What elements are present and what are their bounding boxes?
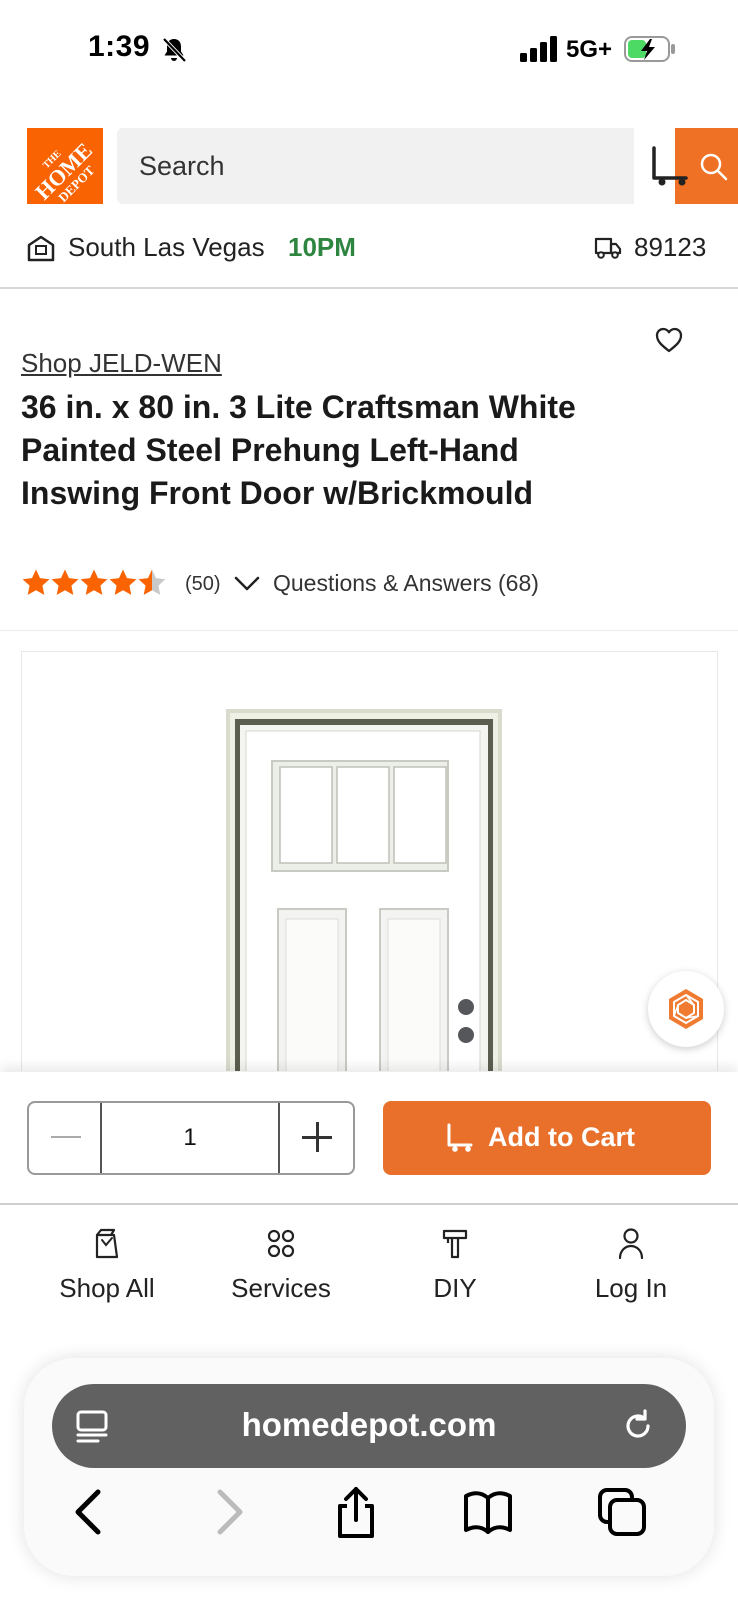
browser-toolbar: homedepot.com	[24, 1358, 714, 1576]
nav-label: Log In	[594, 1273, 668, 1303]
minus-icon	[51, 1136, 81, 1138]
home-depot-logo[interactable]: THE HOME DEPOT	[27, 128, 103, 204]
bottom-navigation: Shop All Services DIY Log In	[0, 1205, 738, 1325]
hammer-icon	[442, 1229, 468, 1259]
nav-label: Shop All	[59, 1273, 155, 1303]
add-to-cart-button[interactable]: Add to Cart	[383, 1101, 711, 1175]
assistant-hexagon-icon	[669, 989, 703, 1029]
shop-brand-link[interactable]: Shop JELD-WEN	[21, 348, 222, 379]
forward-icon[interactable]	[202, 1486, 254, 1538]
nav-label: Services	[231, 1273, 331, 1303]
site-header: THE HOME DEPOT Search	[0, 128, 738, 204]
delivery-truck-icon	[594, 237, 622, 259]
store-info-row[interactable]: South Las Vegas 10PM 89123	[0, 230, 738, 280]
nav-item-diy[interactable]: DIY	[370, 1227, 540, 1317]
user-icon	[618, 1228, 644, 1259]
bookmarks-icon[interactable]	[462, 1486, 514, 1538]
questions-answers-link[interactable]: Questions & Answers (68)	[273, 570, 539, 597]
cart-icon[interactable]	[648, 144, 692, 188]
search-input[interactable]: Search	[117, 128, 738, 204]
delivery-zip-code[interactable]: 89123	[634, 232, 706, 263]
add-to-cart-label: Add to Cart	[488, 1122, 635, 1152]
store-hours: 10PM	[288, 232, 356, 262]
product-image-gallery[interactable]	[21, 651, 718, 1071]
bell-muted-icon	[162, 37, 187, 63]
star-icon	[22, 569, 50, 595]
ai-assistant-button[interactable]	[648, 971, 724, 1047]
nav-item-services[interactable]: Services	[196, 1227, 366, 1317]
rating-row: (50) Questions & Answers (68)	[21, 568, 721, 600]
url-text: homedepot.com	[241, 1406, 497, 1443]
address-bar[interactable]: homedepot.com	[52, 1384, 686, 1468]
search-placeholder: Search	[139, 151, 225, 181]
reload-icon[interactable]	[620, 1408, 656, 1444]
share-icon[interactable]	[330, 1486, 382, 1538]
logo-text: THE HOME DEPOT	[30, 137, 98, 204]
back-icon[interactable]	[64, 1486, 116, 1538]
network-label: 5G+	[566, 36, 613, 63]
chevron-down-icon[interactable]	[233, 572, 261, 596]
status-time: 1:39	[88, 30, 151, 63]
store-name[interactable]: South Las Vegas	[68, 232, 265, 263]
cart-icon	[447, 1123, 473, 1152]
product-title: 36 in. x 80 in. 3 Lite Craftsman White P…	[21, 389, 576, 511]
add-to-cart-bar: 1 Add to Cart	[0, 1072, 738, 1204]
nav-item-shop-all[interactable]: Shop All	[22, 1227, 192, 1317]
status-bar: 1:39 5G+	[0, 0, 738, 100]
battery-charging-icon	[624, 36, 675, 62]
quantity-input[interactable]: 1	[102, 1103, 278, 1173]
quantity-decrement-button[interactable]	[29, 1103, 102, 1173]
half-star-icon	[138, 569, 166, 595]
cellular-signal-icon	[520, 36, 557, 62]
grid-dots-icon	[267, 1229, 295, 1258]
nav-label: DIY	[433, 1273, 477, 1303]
search-icon	[700, 153, 728, 181]
header-divider	[0, 287, 738, 289]
favorite-heart-icon[interactable]	[654, 326, 684, 354]
star-icon	[51, 569, 79, 595]
star-icon	[80, 569, 108, 595]
nav-item-log-in[interactable]: Log In	[546, 1227, 716, 1317]
product-door-image	[226, 709, 502, 1071]
store-icon	[27, 235, 55, 262]
section-divider	[0, 630, 738, 631]
star-rating[interactable]	[21, 568, 171, 598]
shopping-bag-icon	[95, 1228, 119, 1259]
quantity-increment-button[interactable]	[278, 1103, 355, 1173]
star-icon	[109, 569, 137, 595]
tabs-icon[interactable]	[596, 1486, 648, 1538]
quantity-stepper: 1	[27, 1101, 355, 1175]
review-count[interactable]: (50)	[185, 573, 221, 596]
